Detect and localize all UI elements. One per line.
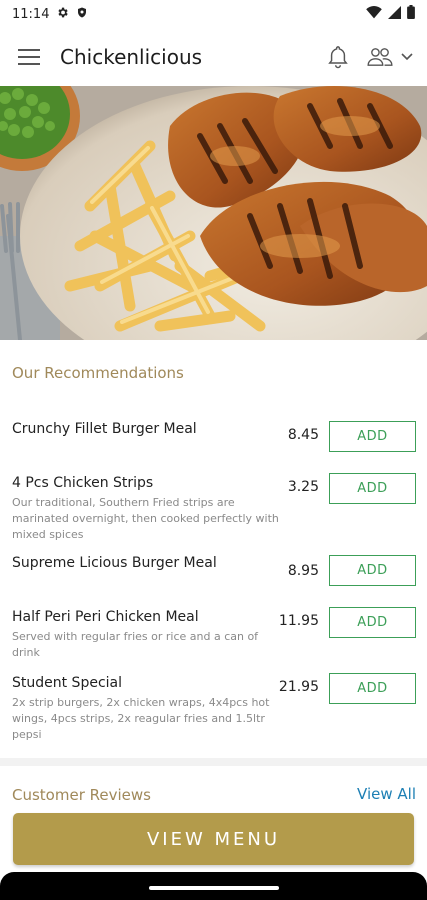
item-price: 11.95 bbox=[278, 613, 319, 629]
system-nav-bar bbox=[0, 872, 427, 900]
home-handle[interactable] bbox=[148, 886, 279, 890]
page-title: Chickenlicious bbox=[60, 45, 203, 69]
status-right bbox=[366, 5, 415, 23]
app-bar: Chickenlicious bbox=[0, 28, 427, 86]
recommendations-title: Our Recommendations bbox=[12, 364, 184, 382]
wifi-icon bbox=[366, 5, 382, 23]
battery-icon bbox=[407, 5, 415, 23]
menu-icon[interactable] bbox=[18, 49, 40, 65]
add-button[interactable]: ADD bbox=[329, 421, 416, 452]
add-button[interactable]: ADD bbox=[329, 673, 416, 704]
view-menu-button[interactable]: VIEW MENU bbox=[13, 813, 414, 865]
signal-icon bbox=[388, 5, 401, 23]
item-name: Half Peri Peri Chicken Meal bbox=[12, 609, 199, 625]
item-price: 21.95 bbox=[278, 679, 319, 695]
item-price: 8.45 bbox=[287, 427, 319, 443]
item-price: 3.25 bbox=[287, 479, 319, 495]
item-name: Supreme Licious Burger Meal bbox=[12, 555, 217, 571]
reviews-title: Customer Reviews bbox=[12, 786, 151, 804]
item-description: Our traditional, Southern Fried strips a… bbox=[12, 496, 279, 541]
item-name: Student Special bbox=[12, 675, 123, 691]
status-bar: 11:14 bbox=[0, 0, 427, 28]
hero-food-image bbox=[0, 86, 427, 340]
users-icon[interactable] bbox=[367, 47, 393, 67]
item-description: 2x strip burgers, 2x chicken wraps, 4x4p… bbox=[12, 696, 270, 741]
bell-icon[interactable] bbox=[327, 45, 349, 69]
status-left: 11:14 bbox=[12, 6, 88, 23]
item-price: 8.95 bbox=[287, 563, 319, 579]
settings-icon bbox=[56, 6, 69, 23]
status-time: 11:14 bbox=[12, 6, 50, 22]
add-button[interactable]: ADD bbox=[329, 607, 416, 638]
add-button[interactable]: ADD bbox=[329, 555, 416, 586]
shield-icon bbox=[76, 6, 88, 23]
item-description: Served with regular fries or rice and a … bbox=[12, 630, 259, 659]
item-name: 4 Pcs Chicken Strips bbox=[12, 475, 154, 491]
section-divider bbox=[0, 758, 427, 766]
add-button[interactable]: ADD bbox=[329, 473, 416, 504]
chevron-down-icon[interactable] bbox=[401, 53, 413, 61]
item-name: Crunchy Fillet Burger Meal bbox=[12, 421, 197, 437]
view-all-link[interactable]: View All bbox=[357, 785, 416, 803]
